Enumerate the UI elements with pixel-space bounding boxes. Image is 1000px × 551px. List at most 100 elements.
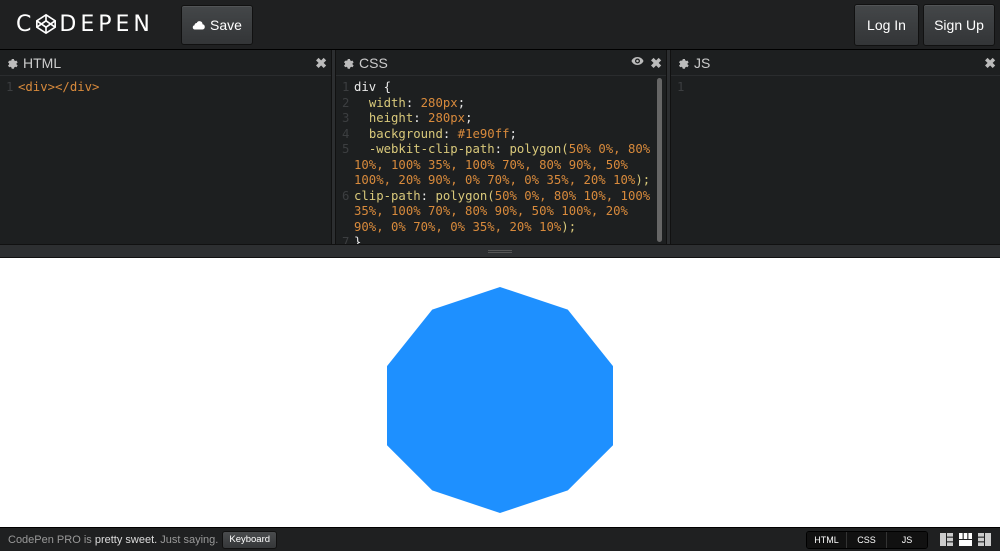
signup-button[interactable]: Sign Up [923, 4, 995, 46]
line-number: 1 [342, 80, 350, 94]
layout-left-icon[interactable] [940, 533, 953, 546]
line-number: 2 [342, 95, 350, 110]
code-line: 35%, 100% 70%, 80% 90%, 50% 100%, 20% [336, 204, 666, 220]
resize-bar[interactable] [0, 244, 1000, 258]
code-property: height [368, 111, 414, 125]
code-property: background [368, 126, 443, 141]
code-line: 2 width: 280px; [336, 96, 666, 112]
code-value: 280px [420, 95, 458, 110]
signup-label: Sign Up [934, 17, 984, 33]
code-end: ); [635, 173, 651, 187]
save-button[interactable]: Save [181, 5, 253, 45]
js-editor[interactable]: JS ✖ 1 [671, 50, 1000, 244]
keyboard-button[interactable]: Keyboard [222, 530, 278, 549]
layout-top-icon[interactable] [959, 533, 972, 546]
code-line: 5 -webkit-clip-path: polygon(50% 0%, 80% [336, 142, 666, 158]
js-editor-title: JS [671, 50, 1000, 76]
code-args: 90%, 0% 70%, 0% 35%, 20% 10% [354, 219, 562, 234]
code-args: 50% 0%, 80% [568, 142, 651, 156]
line-number: 1 [6, 80, 14, 94]
css-editor-title: CSS [336, 50, 666, 76]
code-end: ); [561, 219, 577, 234]
logo-text-rest: DEPEN [59, 11, 154, 37]
keyboard-label: Keyboard [229, 534, 271, 545]
js-editor-label: JS [694, 54, 711, 71]
layout-switcher [940, 533, 991, 546]
html-editor[interactable]: HTML ✖ 1 <div></div> [0, 50, 331, 244]
code-line: 100%, 20% 90%, 0% 70%, 0% 35%, 20% 10%); [336, 173, 666, 189]
toggle-js-label: JS [901, 535, 913, 545]
line-number: 1 [677, 80, 685, 94]
decagon-shape [387, 287, 613, 513]
code-line: 1 <div></div> [0, 80, 331, 96]
line-number: 3 [342, 111, 350, 125]
code-line: 7 } [336, 235, 666, 244]
css-editor-label: CSS [359, 54, 388, 71]
footer-pro-text: CodePen PRO [8, 533, 81, 546]
line-number [336, 173, 354, 189]
code-function: polygon( [435, 188, 495, 203]
toggle-css-label: CSS [857, 535, 876, 545]
header: C DEPEN Save Log In Sign Up [0, 0, 1000, 50]
cloud-icon [192, 21, 205, 30]
js-code[interactable]: 1 [671, 80, 1000, 244]
preview-pane[interactable] [0, 258, 1000, 527]
css-editor[interactable]: CSS ✖ 1 div { 2 width: 280px; 3 height: … [336, 50, 666, 244]
footer-saying-text: Just saying. [160, 533, 219, 546]
eye-icon[interactable] [631, 56, 644, 66]
logo-c: C [16, 11, 36, 37]
code-value: 280px [428, 111, 466, 125]
close-icon[interactable]: ✖ [315, 55, 327, 72]
code-line: 1 [671, 80, 1000, 96]
editors-panel: HTML ✖ 1 <div></div> CSS ✖ 1 div { 2 wid… [0, 50, 1000, 244]
code-line: 4 background: #1e90ff; [336, 127, 666, 143]
code-args: 50% 0%, 80% 10%, 100% [494, 188, 651, 203]
close-icon[interactable]: ✖ [984, 55, 996, 72]
code-args: 10%, 100% 35%, 100% 70%, 80% 90%, 50% [354, 157, 628, 172]
toggle-html[interactable]: HTML [807, 532, 847, 548]
html-code[interactable]: 1 <div></div> [0, 80, 331, 244]
code-line: 10%, 100% 35%, 100% 70%, 80% 90%, 50% [336, 158, 666, 174]
login-button[interactable]: Log In [854, 4, 919, 46]
code-property: clip-path [354, 188, 421, 203]
code-line: 1 div { [336, 80, 666, 96]
code-text: <div></div> [18, 80, 100, 94]
gear-icon[interactable] [6, 57, 18, 69]
code-line: 3 height: 280px; [336, 111, 666, 127]
footer-sweet-text: pretty sweet. [94, 533, 158, 546]
login-label: Log In [867, 17, 906, 33]
line-number: 7 [342, 235, 350, 244]
code-brace: } [354, 235, 362, 244]
close-icon[interactable]: ✖ [650, 55, 662, 72]
toggle-js[interactable]: JS [887, 532, 927, 548]
code-args: 35%, 100% 70%, 80% 90%, 50% 100%, 20% [354, 204, 628, 218]
line-number [336, 204, 354, 220]
line-number [336, 158, 354, 174]
line-number [336, 220, 354, 236]
code-property: width [368, 95, 406, 110]
codepen-logo[interactable]: C DEPEN [16, 10, 154, 38]
line-number: 5 [342, 142, 350, 156]
css-code[interactable]: 1 div { 2 width: 280px; 3 height: 280px;… [336, 80, 666, 244]
code-selector: div { [354, 80, 392, 94]
editor-toggles: HTML CSS JS [806, 531, 928, 549]
code-property: -webkit-clip-path [368, 142, 495, 156]
html-editor-label: HTML [23, 54, 62, 71]
css-editor-scrollbar[interactable] [657, 78, 662, 242]
save-label: Save [210, 17, 242, 33]
html-editor-title: HTML [0, 50, 331, 76]
code-args: 100%, 20% 90%, 0% 70%, 0% 35%, 20% 10% [354, 173, 636, 187]
layout-right-icon[interactable] [978, 533, 991, 546]
footer-is-text: is [83, 533, 92, 546]
gear-icon[interactable] [342, 57, 354, 69]
toggle-css[interactable]: CSS [847, 532, 887, 548]
codepen-logo-icon [36, 13, 57, 35]
code-line: 90%, 0% 70%, 0% 35%, 20% 10%); [336, 220, 666, 236]
gear-icon[interactable] [677, 57, 689, 69]
footer: CodePen PRO is pretty sweet. Just saying… [0, 527, 1000, 551]
code-value: #1e90ff [457, 126, 510, 141]
code-function: polygon( [509, 142, 569, 156]
code-line: 6 clip-path: polygon(50% 0%, 80% 10%, 10… [336, 189, 666, 205]
toggle-html-label: HTML [814, 535, 839, 545]
resize-grip-icon[interactable] [488, 250, 512, 253]
